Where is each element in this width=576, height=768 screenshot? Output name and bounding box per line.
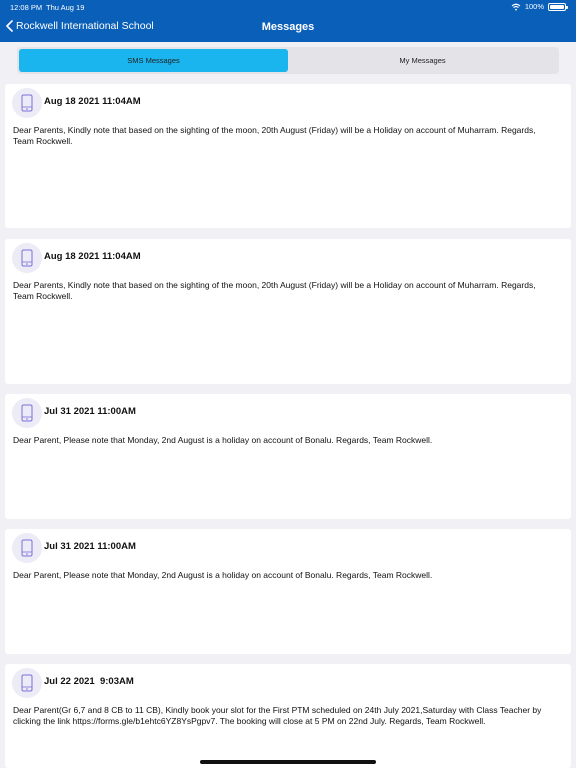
message-body: Dear Parents, Kindly note that based on … [13, 125, 536, 146]
message-body: Dear Parents, Kindly note that based on … [13, 280, 536, 301]
message-body: Dear Parent, Please note that Monday, 2n… [13, 570, 433, 580]
message-body: Dear Parent, Please note that Monday, 2n… [13, 435, 433, 445]
tab-sms-messages[interactable]: SMS Messages [19, 49, 288, 72]
mobile-phone-icon [21, 674, 33, 692]
message-card[interactable]: Aug 18 2021 11:04AM Dear Parents, Kindly… [5, 84, 571, 228]
message-icon-badge [12, 88, 42, 118]
status-date: Thu Aug 19 [46, 3, 85, 12]
message-card[interactable]: Jul 22 2021 9:03AM Dear Parent(Gr 6,7 an… [5, 664, 571, 768]
status-right: 100% [511, 2, 568, 11]
message-card[interactable]: Jul 31 2021 11:00AM Dear Parent, Please … [5, 394, 571, 519]
battery-icon [548, 2, 568, 11]
message-icon-badge [12, 533, 42, 563]
message-icon-badge [12, 398, 42, 428]
message-card[interactable]: Aug 18 2021 11:04AM Dear Parents, Kindly… [5, 239, 571, 384]
battery-percent: 100% [524, 2, 544, 11]
message-type-segmented-control: SMS Messages My Messages [17, 47, 559, 74]
mobile-phone-icon [21, 404, 33, 422]
tab-my-messages[interactable]: My Messages [288, 49, 557, 72]
mobile-phone-icon [21, 94, 33, 112]
message-date: Jul 22 2021 9:03AM [44, 676, 134, 687]
message-date: Aug 18 2021 11:04AM [44, 96, 141, 107]
message-body: Dear Parent(Gr 6,7 and 8 CB to 11 CB), K… [13, 705, 542, 726]
message-date: Jul 31 2021 11:00AM [44, 406, 136, 417]
message-date: Aug 18 2021 11:04AM [44, 251, 141, 262]
page-title: Messages [261, 21, 315, 33]
message-card[interactable]: Jul 31 2021 11:00AM Dear Parent, Please … [5, 529, 571, 654]
navigation-bar: Rockwell International School Messages [0, 14, 576, 42]
mobile-phone-icon [21, 249, 33, 267]
wifi-icon [511, 3, 521, 10]
message-icon-badge [12, 668, 42, 698]
message-date: Jul 31 2021 11:00AM [44, 541, 136, 552]
message-icon-badge [12, 243, 42, 273]
home-indicator[interactable] [200, 760, 376, 764]
status-bar: 12:08 PM Thu Aug 19 100% [0, 0, 576, 14]
status-time: 12:08 PM [10, 3, 43, 12]
mobile-phone-icon [21, 539, 33, 557]
